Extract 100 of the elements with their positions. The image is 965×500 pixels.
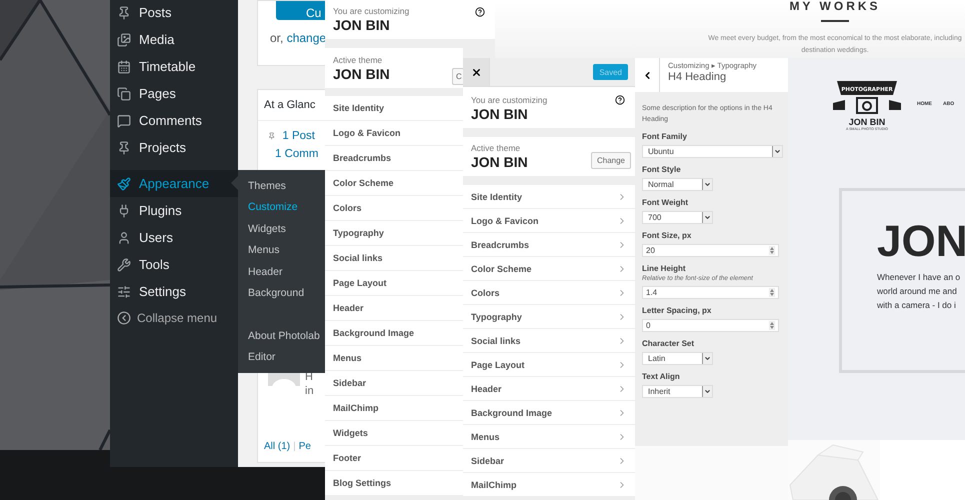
number-field[interactable]: 1.4 [642,286,779,299]
menu-item[interactable]: Users [110,224,238,251]
section-item[interactable]: Menus [463,425,635,449]
customizing-label: You are customizing [333,6,410,16]
select-field[interactable]: Latin [642,352,713,365]
collapse-menu-button[interactable]: Collapse menu [110,305,238,331]
pin-icon [117,140,131,154]
close-button[interactable] [463,58,490,86]
theme-label: Active theme [333,55,384,65]
hero-text: with a camera - I do i [877,299,957,312]
sliders-icon [117,284,131,298]
submenu-item[interactable]: Menus [238,240,325,261]
field-label: Font Family [642,132,688,141]
section-item[interactable]: Page Layout [463,353,635,377]
dropdown-icon [704,355,711,362]
submenu-item[interactable]: Editor [238,346,325,368]
glance-link[interactable]: 1 Post [258,127,325,145]
section-item[interactable]: Background Image [463,401,635,425]
section-item[interactable]: Colors [325,196,463,221]
dropdown-icon [704,388,711,395]
menu-item[interactable]: Media [110,26,238,53]
section-item[interactable]: Footer [325,446,463,471]
help-icon[interactable] [475,7,485,17]
pin-icon [268,130,276,142]
field-label: Font Style [642,165,682,174]
menu-item[interactable]: Timetable [110,53,238,80]
section-item[interactable]: Typography [325,221,463,246]
section-item[interactable]: Widgets [325,421,463,446]
section-item[interactable]: Social links [463,329,635,353]
brush-icon [117,176,131,190]
submenu-item[interactable]: Header [238,261,325,282]
section-item[interactable]: Background Image [325,321,463,346]
section-item[interactable]: Header [325,296,463,321]
section-item[interactable]: MailChimp [325,396,463,421]
select-field[interactable]: Ubuntu [642,145,783,158]
separator: | [293,441,296,452]
section-item[interactable]: Typography [463,305,635,329]
speech-bubble-icon [117,114,131,128]
close-icon [470,66,482,78]
dropdown-icon [704,181,711,188]
spinner-icon [769,321,775,330]
site-name: JON BIN [471,106,529,122]
section-item[interactable]: Sidebar [463,449,635,473]
section-item[interactable]: Colors [463,281,635,305]
section-item[interactable]: Site Identity [463,185,635,209]
section-item[interactable]: Menus [325,346,463,371]
calendar-icon [117,60,131,74]
menu-item[interactable]: Plugins [110,197,238,224]
section-item[interactable]: MailChimp [463,473,635,497]
submenu-item[interactable]: About Photolab [238,325,325,346]
menu-item[interactable]: Settings [110,278,238,305]
panel-title: H4 Heading [668,71,728,83]
section-item[interactable]: Sidebar [325,371,463,396]
menu-item[interactable]: Tools [110,251,238,278]
select-field[interactable]: Normal [642,178,713,191]
section-item[interactable]: Color Scheme [463,257,635,281]
number-field[interactable]: 20 [642,244,779,257]
change-button[interactable]: C [452,68,464,85]
hero-title: JON [877,220,965,264]
select-field[interactable]: 700 [642,211,713,224]
section-item[interactable]: Header [463,377,635,401]
section-item[interactable]: Color Scheme [325,171,463,196]
glance-link[interactable]: 1 Comm [258,145,325,163]
section-item[interactable]: Social links [325,246,463,271]
customize-button[interactable]: Cu [276,1,325,20]
pages-icon [117,86,131,100]
section-item[interactable]: Site Identity [325,96,463,121]
section-item[interactable]: Breadcrumbs [325,146,463,171]
section-item[interactable]: Blog Settings [325,471,463,496]
filter-link[interactable]: All (1) [264,441,290,452]
number-field[interactable]: 0 [642,319,779,332]
menu-item[interactable]: Posts [110,0,238,26]
customizing-label: You are customizing [471,95,548,105]
section-item[interactable]: Logo & Favicon [463,209,635,233]
submenu-item[interactable]: Customize [238,196,325,218]
section-item[interactable]: Page Layout [325,271,463,296]
hero-text: world around me and [877,285,958,298]
theme-label: Active theme [471,143,522,153]
images-icon [117,32,131,46]
collapse-icon [117,311,131,325]
help-icon[interactable] [615,95,625,105]
dropdown-icon [704,214,711,221]
activity-text: in [305,384,314,398]
menu-item[interactable]: Appearance [110,170,238,197]
spinner-icon [769,288,775,297]
field-label: Text Align [642,372,681,381]
section-item[interactable]: Breadcrumbs [463,233,635,257]
menu-item[interactable]: Pages [110,80,238,107]
select-field[interactable]: Inherit [642,385,713,398]
section-item[interactable]: Logo & Favicon [325,121,463,146]
menu-item[interactable]: Comments [110,107,238,134]
filter-link[interactable]: Pe [298,441,311,452]
submenu-item[interactable]: Widgets [238,218,325,240]
dropdown-icon [774,148,781,155]
submenu-item[interactable]: Themes [238,175,325,196]
field-label: Font Size, px [642,231,692,240]
menu-item[interactable]: Projects [110,134,238,161]
field-label: Font Weight [642,198,690,207]
change-button[interactable]: Change [590,152,631,169]
submenu-item[interactable]: Background [238,282,325,304]
